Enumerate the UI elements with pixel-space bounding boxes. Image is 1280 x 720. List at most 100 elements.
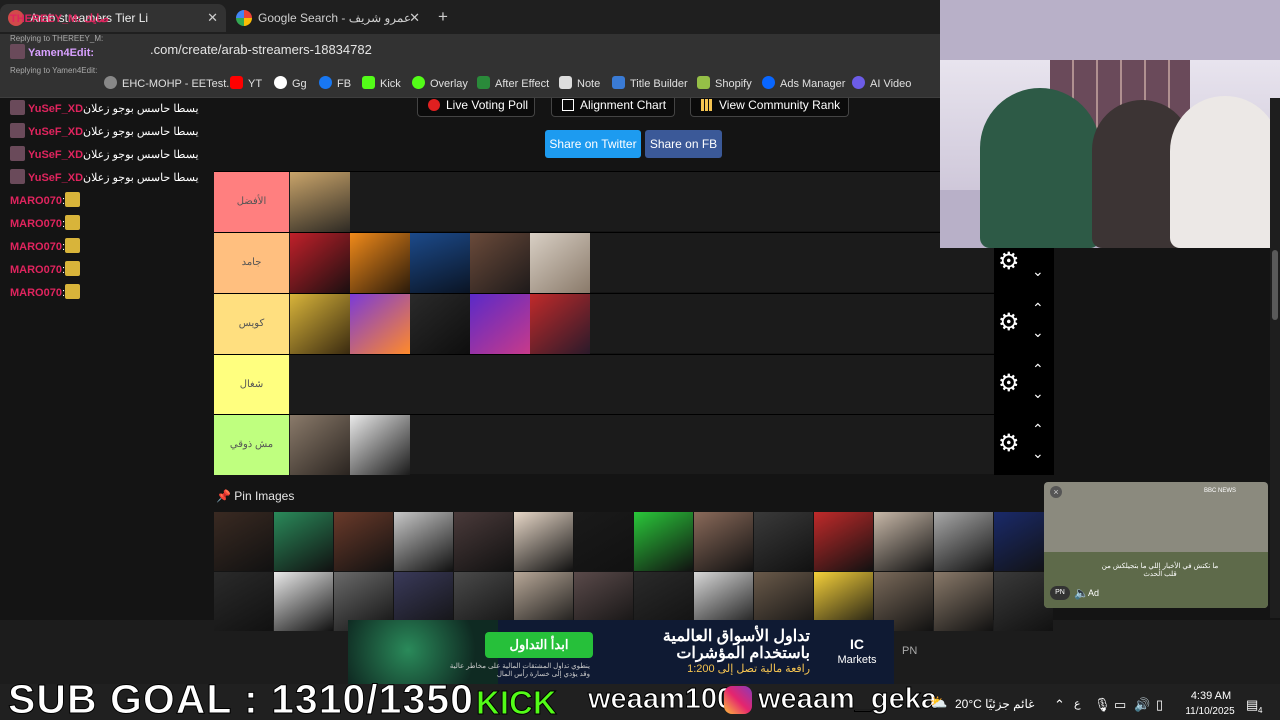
bookmark-fb[interactable]: FB xyxy=(319,70,351,98)
alignment-chart-button[interactable]: Alignment Chart xyxy=(551,98,675,117)
community-rank-button[interactable]: View Community Rank xyxy=(690,98,849,117)
note-icon xyxy=(559,76,572,89)
tier-label[interactable]: الأفضل xyxy=(214,172,289,232)
url-field[interactable]: .com/create/arab-streamers-18834782 xyxy=(150,42,372,57)
gear-icon[interactable]: ⚙ xyxy=(998,370,1020,398)
pin-image[interactable] xyxy=(214,572,273,631)
close-tab-icon[interactable]: ✕ xyxy=(207,4,218,32)
network-icon[interactable]: ▭ xyxy=(1114,697,1126,713)
weather-widget[interactable]: 20°C غائم جزئيًا xyxy=(955,697,1034,711)
tier-label[interactable]: كويس xyxy=(214,294,289,354)
chevron-down-icon[interactable]: ⌄ xyxy=(1032,445,1044,462)
streamer-image[interactable] xyxy=(470,294,530,354)
tier-row: مش ذوقي ⚙ ⌃ ⌄ xyxy=(214,414,1054,475)
mic-icon[interactable]: 🎙 xyxy=(1094,697,1111,713)
bookmark-shopify[interactable]: Shopify xyxy=(697,70,752,98)
news-video-player[interactable]: BBC NEWS × PN 🔈 Ad xyxy=(1044,482,1268,608)
gear-icon[interactable]: ⚙ xyxy=(998,309,1020,337)
streamer-image[interactable] xyxy=(530,294,590,354)
tab-google[interactable]: Google Search - عمرو شريف ✕ xyxy=(228,4,428,32)
new-tab-button[interactable]: + xyxy=(432,6,454,28)
share-twitter-button[interactable]: Share on Twitter xyxy=(545,130,641,158)
bookmark-ads-manager[interactable]: Ads Manager xyxy=(762,70,845,98)
pin-image[interactable] xyxy=(754,512,813,571)
clock-date[interactable]: 11/10/2025 xyxy=(1180,706,1240,717)
close-icon[interactable]: × xyxy=(1050,486,1062,498)
pin-image[interactable] xyxy=(274,572,333,631)
chat-username: MARO070 xyxy=(10,218,62,230)
bookmark-ehc[interactable]: EHC-MOHP - EETest... xyxy=(104,70,235,98)
tier-label[interactable]: شغال xyxy=(214,355,289,415)
tier-label[interactable]: مش ذوقي xyxy=(214,415,289,475)
pin-image[interactable] xyxy=(334,512,393,571)
pin-image[interactable] xyxy=(874,512,933,571)
chat-message: MARO070: xyxy=(10,238,83,253)
battery-icon[interactable]: ▯ xyxy=(1156,697,1163,713)
bookmark-ai-video[interactable]: AI Video xyxy=(852,70,911,98)
scrollbar-thumb[interactable] xyxy=(1272,250,1278,320)
streamer-image[interactable] xyxy=(290,172,350,232)
chat-text: يسطا حاسس بوجو زعلان xyxy=(83,126,199,138)
bookmark-kick[interactable]: Kick xyxy=(362,70,401,98)
tier-row: الأفضل xyxy=(214,171,1054,232)
chevron-up-icon[interactable]: ⌃ xyxy=(1032,300,1044,317)
bookmark-title-builder[interactable]: Title Builder xyxy=(612,70,688,98)
gear-icon[interactable]: ⚙ xyxy=(998,248,1020,276)
close-tab-icon[interactable]: ✕ xyxy=(409,4,420,32)
streamer-image[interactable] xyxy=(350,415,410,475)
volume-icon[interactable]: 🔊 xyxy=(1134,697,1150,713)
pin-image[interactable] xyxy=(514,512,573,571)
bookmark-gg[interactable]: Gg xyxy=(274,70,307,98)
gear-icon[interactable]: ⚙ xyxy=(998,430,1020,458)
pin-image[interactable] xyxy=(454,512,513,571)
streamer-image[interactable] xyxy=(410,294,470,354)
input-language[interactable]: ع xyxy=(1074,697,1081,710)
pin-image[interactable] xyxy=(574,512,633,571)
streamer-image[interactable] xyxy=(290,233,350,293)
pin-image[interactable] xyxy=(694,512,753,571)
volume-icon[interactable]: 🔈 xyxy=(1074,586,1089,600)
pin-image[interactable] xyxy=(394,512,453,571)
share-fb-button[interactable]: Share on FB xyxy=(645,130,722,158)
streamer-image[interactable] xyxy=(530,233,590,293)
tier-controls: ⚙ ⌃ ⌄ xyxy=(994,415,1054,475)
weather-icon: ⛅ xyxy=(930,694,948,710)
clock-time[interactable]: 4:39 AM xyxy=(1186,690,1236,702)
avatar xyxy=(10,169,25,184)
pin-image[interactable] xyxy=(634,512,693,571)
streamer-image[interactable] xyxy=(350,294,410,354)
notification-icon[interactable]: ▤ xyxy=(1246,697,1258,713)
notification-count: 4 xyxy=(1258,706,1263,715)
chevron-up-icon[interactable]: ⌃ xyxy=(1054,697,1065,713)
ic-markets-logo: IC xyxy=(850,636,864,652)
tier-row: كويس ⚙ ⌃ ⌄ xyxy=(214,293,1054,354)
streamer-image[interactable] xyxy=(350,233,410,293)
live-voting-poll-button[interactable]: Live Voting Poll xyxy=(417,98,535,117)
chevron-down-icon[interactable]: ⌄ xyxy=(1032,385,1044,402)
pin-image[interactable] xyxy=(934,512,993,571)
scrollbar[interactable] xyxy=(1270,98,1280,618)
chevron-up-icon[interactable]: ⌃ xyxy=(1032,421,1044,438)
ad-subtitle: رافعة مالية تصل إلى 1:200 xyxy=(687,663,810,675)
chevron-up-icon[interactable]: ⌃ xyxy=(1032,361,1044,378)
bookmark-note[interactable]: Note xyxy=(559,70,600,98)
pin-image[interactable] xyxy=(274,512,333,571)
pin-image[interactable] xyxy=(934,572,993,631)
bookmark-overlay[interactable]: Overlay xyxy=(412,70,468,98)
pin-image[interactable] xyxy=(214,512,273,571)
sub-goal-overlay: SUB GOAL : 1310/1350 xyxy=(8,676,474,720)
chevron-down-icon[interactable]: ⌄ xyxy=(1032,324,1044,341)
bookmark-yt[interactable]: YT xyxy=(230,70,262,98)
chat-username: MARO070 xyxy=(10,241,62,253)
avatar xyxy=(10,100,25,115)
start-trading-button[interactable]: ابدأ التداول xyxy=(485,632,593,658)
streamer-image[interactable] xyxy=(290,415,350,475)
chevron-down-icon[interactable]: ⌄ xyxy=(1032,263,1044,280)
pin-image[interactable] xyxy=(814,512,873,571)
bookmark-after-effect[interactable]: After Effect xyxy=(477,70,549,98)
streamer-image[interactable] xyxy=(290,294,350,354)
streamer-image[interactable] xyxy=(410,233,470,293)
streamer-image[interactable] xyxy=(470,233,530,293)
tier-label[interactable]: جامد xyxy=(214,233,289,293)
tab-label: Google Search - عمرو شريف xyxy=(258,11,412,25)
